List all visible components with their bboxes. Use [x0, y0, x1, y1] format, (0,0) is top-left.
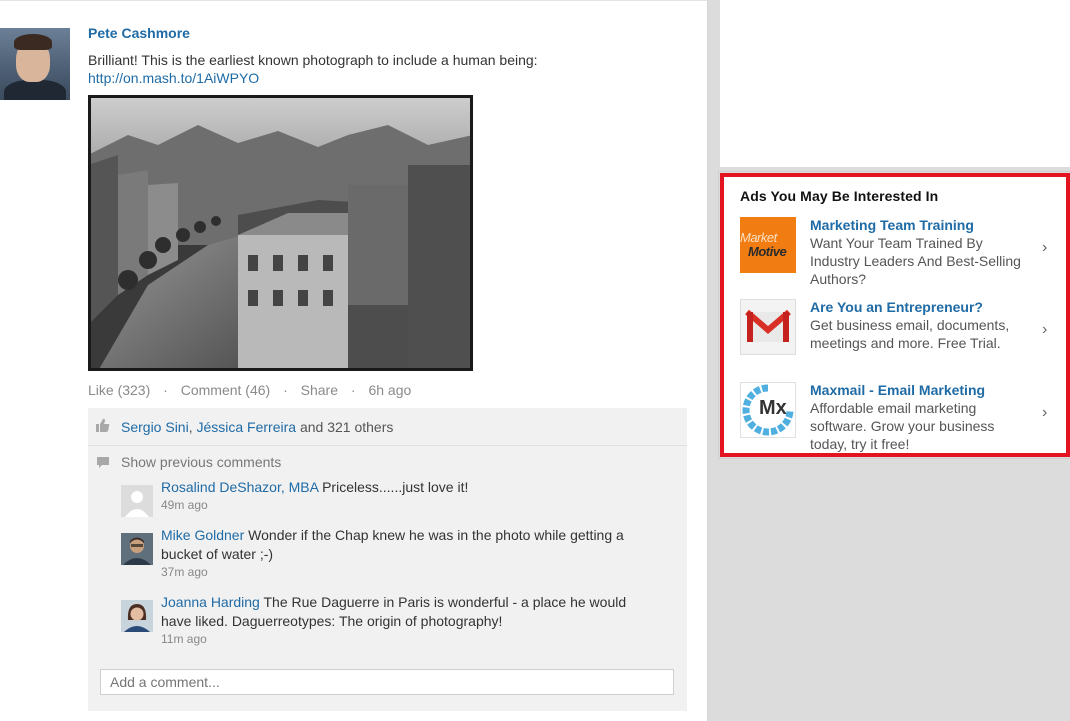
- likes-summary: Sergio Sini, Jéssica Ferreira and 321 ot…: [88, 408, 687, 446]
- comment-bubble-icon: [96, 456, 110, 472]
- commenter-name-link[interactable]: Joanna Harding: [161, 594, 260, 610]
- separator: ·: [283, 382, 288, 398]
- ad-title-link[interactable]: Are You an Entrepreneur?: [810, 299, 983, 315]
- share-button[interactable]: Share: [301, 382, 338, 398]
- ads-panel: Ads You May Be Interested In Market Moti…: [718, 171, 1070, 459]
- ad-item-marketing-team-training[interactable]: Market Motive Marketing Team Training Wa…: [740, 217, 1060, 289]
- post-body: Brilliant! This is the earliest known ph…: [88, 52, 538, 68]
- commenter-avatar[interactable]: [121, 600, 153, 632]
- ads-title: Ads You May Be Interested In: [740, 188, 939, 204]
- ad-title-link[interactable]: Maxmail - Email Marketing: [810, 382, 985, 398]
- ad-item-entrepreneur[interactable]: Are You an Entrepreneur? Get business em…: [740, 299, 1060, 371]
- add-comment-input[interactable]: [100, 669, 674, 695]
- post-timestamp: 6h ago: [368, 382, 412, 398]
- liker-link[interactable]: Sergio Sini: [121, 419, 189, 435]
- feed-post: Pete Cashmore Brilliant! This is the ear…: [0, 0, 708, 721]
- post-text: Brilliant! This is the earliest known ph…: [88, 51, 588, 87]
- post-actions: Like (323) · Comment (46) · Share · 6h a…: [88, 382, 411, 398]
- post-photo[interactable]: [88, 95, 473, 371]
- commenter-name-link[interactable]: Rosalind DeShazor, MBA: [161, 479, 318, 495]
- commenter-avatar[interactable]: [121, 533, 153, 565]
- comment-button[interactable]: Comment (46): [181, 382, 270, 398]
- ad-description: Want Your Team Trained By Industry Leade…: [810, 235, 1021, 287]
- ad-description: Affordable email marketing software. Gro…: [810, 400, 995, 452]
- ad-title-link[interactable]: Marketing Team Training: [810, 217, 974, 233]
- historic-street-photo: [88, 95, 473, 371]
- right-rail-top: [720, 0, 1070, 167]
- commenter-name-link[interactable]: Mike Goldner: [161, 527, 244, 543]
- chevron-right-icon[interactable]: ›: [1042, 321, 1047, 339]
- post-link[interactable]: http://on.mash.to/1AiWPYO: [88, 69, 588, 87]
- chevron-right-icon[interactable]: ›: [1042, 404, 1047, 422]
- separator: ·: [163, 382, 168, 398]
- ad-description: Get business email, documents, meetings …: [810, 317, 1010, 351]
- comment-time: 49m ago: [161, 498, 208, 512]
- commenter-avatar[interactable]: [121, 485, 153, 517]
- show-previous-comments-label: Show previous comments: [121, 454, 282, 470]
- comments-section: Sergio Sini, Jéssica Ferreira and 321 ot…: [88, 408, 687, 711]
- author-avatar[interactable]: [0, 28, 70, 100]
- author-name-link[interactable]: Pete Cashmore: [88, 25, 190, 41]
- comment-time: 11m ago: [161, 632, 207, 646]
- separator: ·: [350, 382, 356, 398]
- like-button[interactable]: Like (323): [88, 382, 150, 398]
- market-motive-logo: Market Motive: [740, 217, 796, 273]
- chevron-right-icon[interactable]: ›: [1042, 239, 1047, 257]
- comment-text: Priceless......just love it!: [322, 479, 469, 495]
- ad-item-maxmail[interactable]: Mx Maxmail - Email Marketing Affordable …: [740, 382, 1060, 453]
- maxmail-logo: Mx: [740, 382, 796, 438]
- liker-link[interactable]: Jéssica Ferreira: [196, 419, 296, 435]
- comment-time: 37m ago: [161, 565, 208, 579]
- gmail-logo: [740, 299, 796, 355]
- thumbs-up-icon: [96, 418, 110, 436]
- likes-count-text: and 321 others: [296, 419, 394, 435]
